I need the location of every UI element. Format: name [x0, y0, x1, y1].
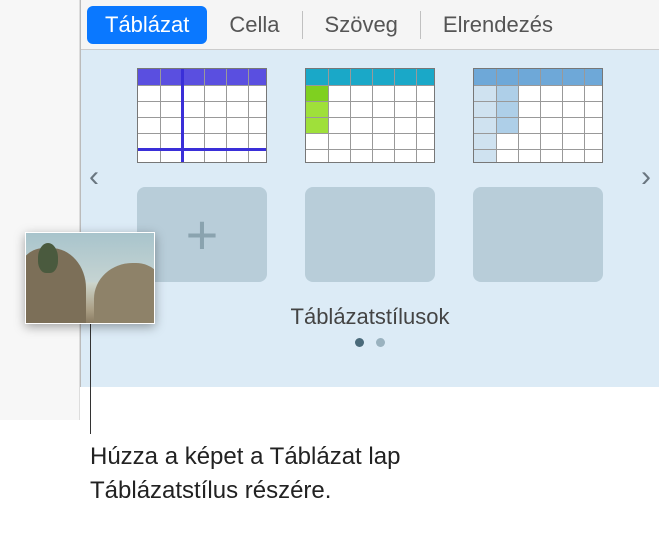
caption-line1: Húzza a képet a Táblázat lap — [90, 443, 400, 470]
style-slots-row: + — [81, 163, 659, 282]
tab-cell[interactable]: Cella — [207, 2, 301, 48]
tab-layout[interactable]: Elrendezés — [421, 2, 575, 48]
callout-line — [90, 324, 91, 434]
dragged-image-thumbnail[interactable] — [25, 232, 155, 324]
format-inspector-panel: Táblázat Cella Szöveg Elrendezés ‹ › — [80, 0, 659, 387]
styles-section-label: Táblázatstílusok — [81, 304, 659, 330]
callout-caption: Húzza a képet a Táblázat lap Táblázatstí… — [90, 440, 400, 507]
table-style-thumb-3[interactable] — [473, 68, 603, 163]
tab-table[interactable]: Táblázat — [87, 6, 207, 44]
table-styles-area: ‹ › — [81, 50, 659, 387]
tab-bar: Táblázat Cella Szöveg Elrendezés — [81, 0, 659, 50]
caption-line2: Táblázatstílus részére. — [90, 477, 331, 504]
plus-icon: + — [186, 207, 219, 263]
empty-style-slot[interactable] — [305, 187, 435, 282]
tab-text[interactable]: Szöveg — [303, 2, 420, 48]
add-style-slot[interactable]: + — [137, 187, 267, 282]
style-thumbnails-row — [81, 68, 659, 163]
empty-style-slot[interactable] — [473, 187, 603, 282]
page-dots — [81, 338, 659, 347]
left-gutter — [0, 0, 80, 420]
table-style-thumb-2[interactable] — [305, 68, 435, 163]
prev-arrow-icon[interactable]: ‹ — [89, 160, 99, 194]
table-style-thumb-1[interactable] — [137, 68, 267, 163]
page-dot[interactable] — [355, 338, 364, 347]
page-dot[interactable] — [376, 338, 385, 347]
next-arrow-icon[interactable]: › — [641, 160, 651, 194]
